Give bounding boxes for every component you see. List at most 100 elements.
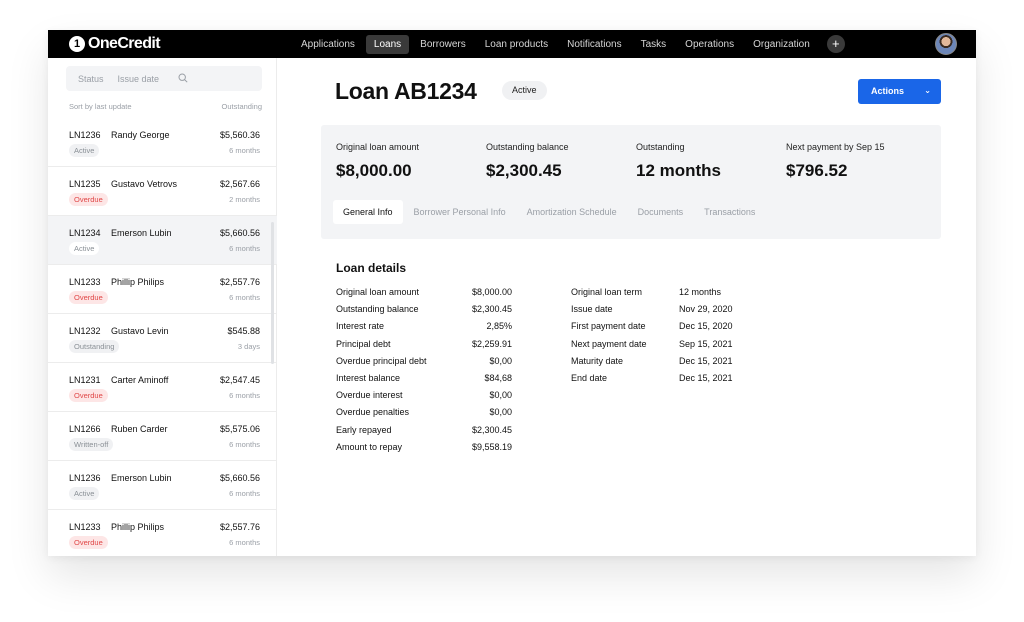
loan-age: 6 months	[229, 293, 260, 302]
detail-row: Interest rate 2,85%	[336, 321, 512, 338]
filter-issue-date[interactable]: Issue date	[118, 74, 160, 84]
detail-label: Original loan amount	[336, 287, 420, 297]
tab-general-info[interactable]: General Info	[333, 200, 403, 224]
actions-button[interactable]: Actions ⌄	[858, 79, 941, 104]
detail-row: Amount to repay $9,558.19	[336, 442, 512, 459]
summary-outstanding-balance: Outstanding balance $2,300.45	[486, 142, 569, 181]
status-badge: Active	[69, 487, 100, 500]
detail-value: $0,00	[489, 390, 512, 401]
logo-text: OneCredit	[88, 35, 161, 52]
detail-row: Original loan amount $8,000.00	[336, 287, 512, 304]
loan-age: 2 months	[229, 195, 260, 204]
nav-item-notifications[interactable]: Notifications	[559, 35, 629, 54]
summary-original-amount: Original loan amount $8,000.00	[336, 142, 419, 181]
loan-id: LN1235	[69, 179, 101, 189]
logo-icon: 1	[69, 36, 85, 52]
search-icon[interactable]	[178, 73, 188, 83]
detail-label: Overdue penalties	[336, 407, 410, 418]
borrower-name: Phillip Philips	[111, 522, 165, 532]
tab-transactions[interactable]: Transactions	[694, 200, 765, 224]
list-item[interactable]: LN1231 Carter Aminoff $2,547.45 Overdue …	[48, 363, 277, 412]
loan-age: 3 days	[237, 342, 260, 351]
status-badge: Active	[69, 144, 100, 157]
detail-label: Maturity date	[571, 355, 624, 366]
loan-outstanding: $5,560.36	[219, 130, 260, 140]
loan-outstanding: $2,557.76	[219, 522, 260, 532]
borrower-name: Randy George	[111, 130, 170, 140]
list-item[interactable]: LN1236 Randy George $5,560.36 Active 6 m…	[48, 118, 277, 167]
borrower-name: Gustavo Levin	[111, 326, 169, 336]
chevron-down-icon: ⌄	[924, 86, 931, 95]
detail-label: Overdue principal debt	[336, 355, 427, 366]
loan-details-left: Original loan amount $8,000.00 Outstandin…	[336, 287, 512, 459]
detail-row: Overdue interest $0,00	[336, 390, 512, 407]
detail-label: Original loan term	[571, 287, 643, 297]
detail-label: Interest rate	[336, 321, 385, 332]
list-item[interactable]: LN1266 Ruben Carder $5,575.06 Written-of…	[48, 412, 277, 461]
nav-item-tasks[interactable]: Tasks	[633, 35, 675, 54]
summary-label: Next payment by Sep 15	[786, 142, 885, 152]
detail-value: $0,00	[489, 407, 512, 418]
detail-row: Principal debt $2,259.91	[336, 339, 512, 356]
sidebar-scrollbar[interactable]	[271, 222, 274, 364]
page-title: Loan AB1234	[335, 78, 477, 104]
plus-icon[interactable]: +	[826, 35, 845, 53]
detail-row: Overdue principal debt $0,00	[336, 356, 512, 373]
nav-item-loans[interactable]: Loans	[365, 34, 410, 54]
detail-label: Next payment date	[571, 338, 647, 349]
main-nav: Applications Loans Borrowers Loan produc…	[293, 34, 845, 54]
summary-outstanding-term: Outstanding 12 months	[636, 142, 721, 181]
tab-documents[interactable]: Documents	[628, 200, 694, 224]
detail-label: Principal debt	[336, 338, 391, 349]
loan-age: 6 months	[229, 391, 260, 400]
loan-outstanding: $2,547.45	[219, 375, 260, 385]
section-title: Loan details	[336, 261, 407, 275]
detail-label: End date	[571, 372, 608, 383]
nav-item-loan-products[interactable]: Loan products	[477, 35, 556, 54]
loan-age: 6 months	[229, 244, 260, 253]
tab-borrower-personal-info[interactable]: Borrower Personal Info	[404, 200, 516, 224]
nav-item-operations[interactable]: Operations	[677, 35, 742, 54]
nav-item-applications[interactable]: Applications	[293, 35, 363, 54]
detail-row: Interest balance $84,68	[336, 373, 512, 390]
loan-outstanding: $545.88	[227, 326, 260, 336]
nav-item-borrowers[interactable]: Borrowers	[412, 35, 474, 54]
detail-value: Nov 29, 2020	[679, 304, 733, 315]
status-badge: Active	[502, 81, 547, 100]
loan-age: 6 months	[229, 146, 260, 155]
loan-summary-panel: Original loan amount $8,000.00 Outstandi…	[321, 125, 941, 239]
list-item[interactable]: LN1236 Emerson Lubin $5,660.56 Active 6 …	[48, 461, 277, 510]
detail-value: $2,300.45	[471, 304, 512, 315]
detail-label: Issue date	[571, 304, 613, 315]
detail-row: Outstanding balance $2,300.45	[336, 304, 512, 321]
loan-id: LN1236	[69, 473, 101, 483]
app-window: 1 OneCredit Applications Loans Borrowers…	[48, 30, 976, 556]
status-badge: Overdue	[69, 536, 108, 549]
summary-label: Outstanding	[636, 142, 685, 152]
nav-item-organization[interactable]: Organization	[745, 35, 818, 54]
loan-outstanding: $5,660.56	[219, 228, 260, 238]
summary-value: $2,300.45	[486, 161, 562, 180]
list-item[interactable]: LN1233 Phillip Philips $2,557.76 Overdue…	[48, 510, 277, 556]
sort-label[interactable]: Sort by last update	[69, 102, 132, 111]
summary-value: $8,000.00	[336, 161, 412, 180]
list-item[interactable]: LN1232 Gustavo Levin $545.88 Outstanding…	[48, 314, 277, 363]
tab-amortization-schedule[interactable]: Amortization Schedule	[517, 200, 627, 224]
logo[interactable]: 1 OneCredit	[69, 35, 161, 53]
list-item-selected[interactable]: LN1234 Emerson Lubin $5,660.56 Active 6 …	[48, 216, 277, 265]
detail-value: $0,00	[489, 355, 512, 366]
borrower-name: Phillip Philips	[111, 277, 165, 287]
detail-value: 12 months	[679, 287, 722, 297]
loan-id: LN1234	[69, 228, 101, 238]
summary-label: Original loan amount	[336, 142, 420, 152]
filter-status[interactable]: Status	[78, 74, 104, 84]
list-item[interactable]: LN1233 Phillip Philips $2,557.76 Overdue…	[48, 265, 277, 314]
summary-value: 12 months	[636, 161, 722, 180]
loan-list-sidebar: Status Issue date Sort by last update Ou…	[48, 58, 277, 556]
detail-label: Overdue interest	[336, 390, 403, 401]
loan-id: LN1236	[69, 130, 101, 140]
borrower-name: Gustavo Vetrovs	[111, 179, 178, 189]
user-avatar[interactable]	[935, 33, 957, 55]
loan-outstanding: $5,575.06	[219, 424, 260, 434]
list-item[interactable]: LN1235 Gustavo Vetrovs $2,567.66 Overdue…	[48, 167, 277, 216]
